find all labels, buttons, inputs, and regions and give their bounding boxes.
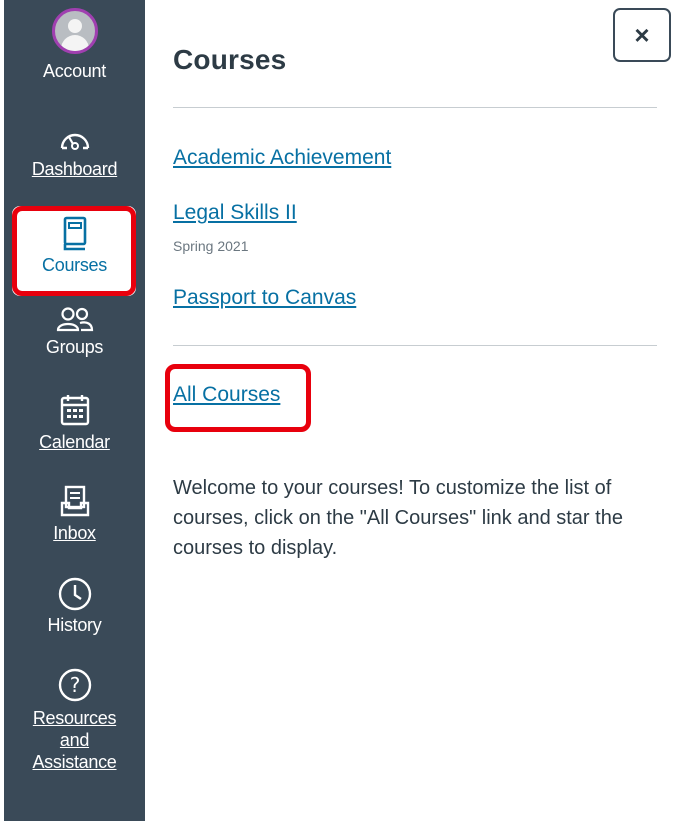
nav-label-calendar: Calendar: [39, 432, 110, 452]
book-icon: [63, 216, 86, 251]
course-link-academic-achievement[interactable]: Academic Achievement: [173, 146, 391, 170]
nav-label-courses: Courses: [42, 255, 107, 275]
nav-item-dashboard[interactable]: Dashboard: [4, 124, 145, 180]
nav-label-groups: Groups: [45, 337, 104, 357]
nav-item-account[interactable]: Account: [4, 8, 145, 82]
close-icon: ×: [634, 19, 650, 50]
course-link-passport-to-canvas[interactable]: Passport to Canvas: [173, 286, 356, 310]
inbox-icon: [60, 485, 89, 517]
tray-divider-bottom: [173, 345, 657, 346]
nav-label-resources-assistance: Assistance: [32, 752, 117, 772]
nav-item-calendar[interactable]: Calendar: [4, 393, 145, 453]
nav-label-account: Account: [43, 61, 106, 81]
nav-label-dashboard: Dashboard: [31, 159, 118, 179]
nav-item-groups[interactable]: Groups: [4, 306, 145, 358]
close-tray-button[interactable]: ×: [613, 8, 671, 62]
tray-title: Courses: [173, 44, 287, 75]
courses-tray: Courses × Academic Achievement Legal Ski…: [145, 0, 685, 821]
nav-label-resources-and: and: [59, 730, 90, 750]
calendar-icon: [60, 395, 89, 426]
app-frame: Account Dashboard Courses Groups Calenda…: [0, 0, 685, 821]
groups-icon: [56, 307, 93, 332]
help-icon: ?: [58, 668, 91, 702]
nav-item-courses[interactable]: Courses: [4, 216, 145, 276]
nav-label-inbox: Inbox: [53, 523, 96, 543]
nav-item-history[interactable]: History: [4, 576, 145, 636]
welcome-message: Welcome to your courses! To customize th…: [173, 477, 623, 559]
global-navigation: Account Dashboard Courses Groups Calenda…: [4, 0, 145, 821]
nav-label-history: History: [47, 615, 102, 635]
all-courses-link[interactable]: All Courses: [173, 383, 280, 407]
tray-divider-top: [173, 107, 657, 108]
avatar: [51, 8, 98, 54]
course-term-legal-skills-ii: Spring 2021: [173, 238, 249, 254]
nav-item-inbox[interactable]: Inbox: [4, 484, 145, 544]
nav-item-resources[interactable]: ? Resources and Assistance: [4, 667, 145, 773]
nav-label-resources: Resources: [32, 708, 117, 728]
svg-text:?: ?: [69, 673, 80, 697]
clock-icon: [58, 577, 91, 611]
course-link-legal-skills-ii[interactable]: Legal Skills II: [173, 201, 297, 225]
dashboard-gauge-icon: [60, 133, 89, 150]
